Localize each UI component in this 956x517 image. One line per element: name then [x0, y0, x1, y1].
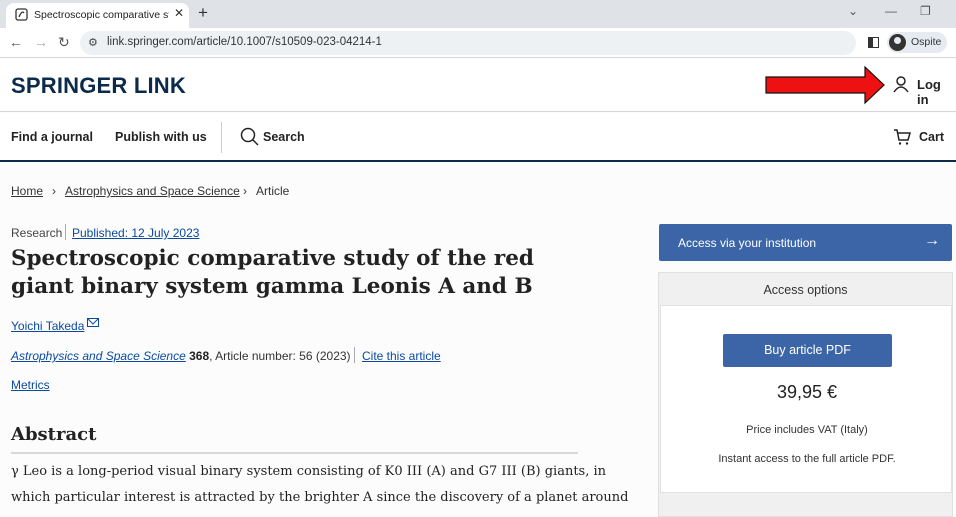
login-label: Log in: [917, 77, 941, 107]
nav-search[interactable]: Search: [263, 130, 305, 144]
abstract-line: γ Leo is a long-period visual binary sys…: [11, 464, 607, 479]
springer-link-logo[interactable]: SPRINGER LINK: [11, 73, 186, 99]
tab-search-icon[interactable]: ⌄: [848, 4, 858, 18]
tab-close-icon[interactable]: ✕: [174, 6, 184, 20]
abstract-heading: Abstract: [11, 424, 97, 445]
abstract-divider: [11, 452, 578, 454]
address-bar[interactable]: ⚙ link.springer.com/article/10.1007/s105…: [80, 31, 856, 55]
purchase-card: Buy article PDF 39,95 € Price includes V…: [660, 305, 952, 493]
author-link[interactable]: Yoichi Takeda: [11, 319, 84, 333]
instant-access-note: Instant access to the full article PDF.: [718, 453, 896, 465]
back-icon[interactable]: ←: [9, 34, 23, 50]
restore-icon[interactable]: ❐: [920, 4, 931, 18]
journal-info: Astrophysics and Space Science 368, Arti…: [11, 349, 351, 363]
profile-button[interactable]: Ospite: [887, 32, 947, 53]
nav-publish[interactable]: Publish with us: [115, 130, 207, 144]
email-icon[interactable]: [87, 318, 99, 327]
reload-icon[interactable]: ↻: [58, 34, 70, 51]
browser-tab-strip: Spectroscopic comparative study ✕ + ⌄ — …: [0, 0, 956, 28]
site-info-icon[interactable]: ⚙: [88, 36, 98, 49]
institution-access-label: Access via your institution: [678, 236, 817, 250]
nav-cart[interactable]: Cart: [919, 130, 944, 144]
forward-icon[interactable]: →: [34, 34, 48, 50]
tab-title: Spectroscopic comparative study: [34, 9, 169, 21]
url-text: link.springer.com/article/10.1007/s10509…: [107, 36, 382, 48]
vat-note: Price includes VAT (Italy): [746, 424, 868, 436]
meta-divider: [65, 224, 66, 240]
article-title: Spectroscopic comparative study of the r…: [11, 246, 534, 299]
metrics-link[interactable]: Metrics: [11, 378, 50, 392]
abstract-line: which particular interest is attracted b…: [11, 490, 629, 505]
nav-divider: [221, 122, 222, 153]
breadcrumb-separator: ›: [52, 184, 56, 198]
site-header: SPRINGER LINK Log in: [0, 59, 956, 112]
price: 39,95 €: [776, 382, 838, 402]
access-options-heading: Access options: [763, 283, 848, 297]
profile-label: Ospite: [911, 36, 942, 48]
volume: 368: [189, 349, 210, 363]
article-number: , Article number: 56 (2023): [209, 349, 351, 363]
breadcrumb-separator: ›: [243, 184, 247, 198]
springer-favicon-icon: [15, 8, 28, 21]
cart-icon[interactable]: [893, 128, 911, 146]
red-arrow-annotation-icon: [765, 65, 885, 105]
access-options-panel: Access options Buy article PDF 39,95 € P…: [658, 272, 953, 517]
buy-pdf-button[interactable]: Buy article PDF: [723, 334, 892, 367]
arrow-right-icon: →: [924, 232, 940, 249]
institution-access-button[interactable]: Access via your institution →: [659, 224, 952, 261]
article-type: Research: [11, 226, 63, 240]
profile-avatar-icon: [889, 34, 906, 51]
browser-toolbar: ← → ↻ ⚙ link.springer.com/article/10.100…: [0, 28, 956, 58]
new-tab-icon[interactable]: +: [198, 3, 208, 23]
breadcrumb-current: Article: [256, 184, 290, 198]
minimize-icon[interactable]: —: [885, 4, 897, 18]
main-nav: Find a journal Publish with us Search Ca…: [0, 113, 956, 162]
browser-tab[interactable]: Spectroscopic comparative study ✕: [6, 3, 189, 28]
side-panel-icon[interactable]: [868, 37, 879, 48]
user-icon: [893, 76, 909, 93]
journal-link[interactable]: Astrophysics and Space Science: [11, 349, 186, 363]
search-icon[interactable]: [240, 127, 259, 146]
journal-divider: [354, 347, 355, 363]
breadcrumb-home[interactable]: Home: [11, 184, 43, 198]
published-date[interactable]: Published: 12 July 2023: [72, 226, 199, 240]
breadcrumb-section[interactable]: Astrophysics and Space Science: [65, 184, 240, 198]
nav-find-journal[interactable]: Find a journal: [11, 130, 93, 144]
cite-link[interactable]: Cite this article: [362, 349, 441, 363]
